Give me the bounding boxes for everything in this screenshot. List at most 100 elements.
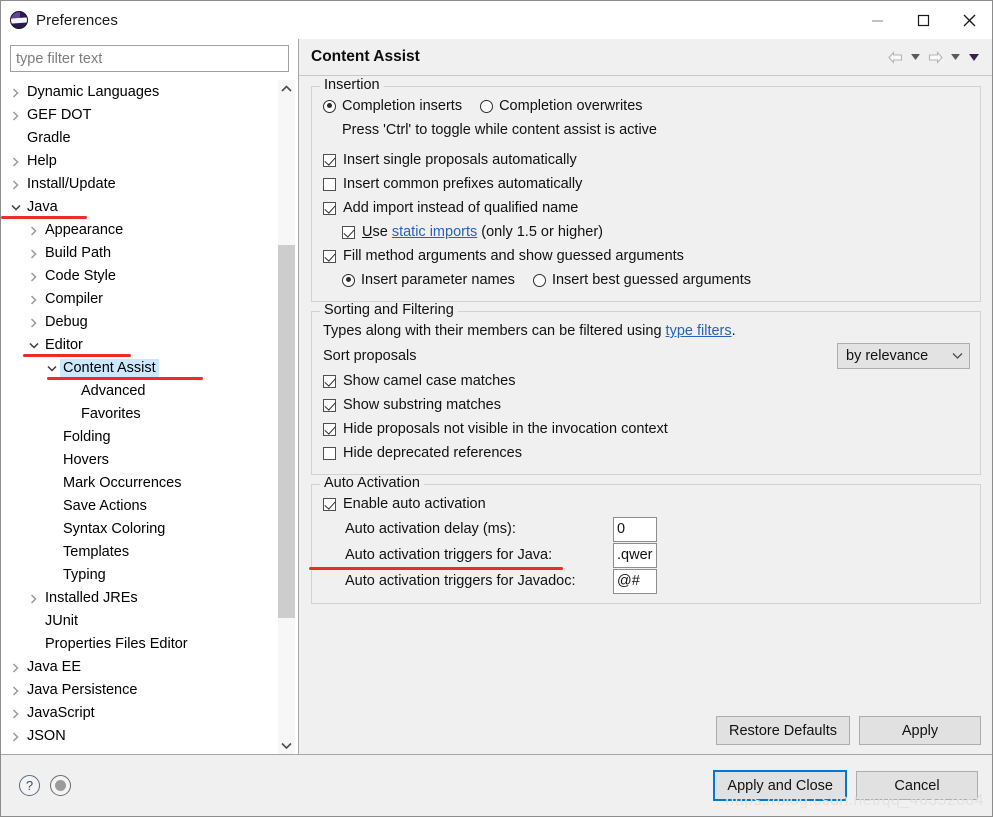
checkbox-insert-single-proposals[interactable]	[323, 153, 336, 167]
completion-overwrites-label[interactable]: Completion overwrites	[499, 98, 642, 114]
apply-and-close-button[interactable]: Apply and Close	[713, 770, 847, 801]
sidebar-item-content-assist[interactable]: Content Assist	[1, 357, 270, 380]
radio-insert-best-guessed[interactable]	[532, 273, 546, 287]
sidebar-item-typing[interactable]: Typing	[1, 564, 270, 587]
javadoc-triggers-input[interactable]	[613, 568, 657, 594]
sidebar-item-debug[interactable]: Debug	[1, 311, 270, 334]
insert-common-prefixes-label[interactable]: Insert common prefixes automatically	[343, 176, 582, 192]
sidebar-item-mark-occurrences[interactable]: Mark Occurrences	[1, 472, 270, 495]
hide-not-visible-label[interactable]: Hide proposals not visible in the invoca…	[343, 421, 668, 437]
chevron-right-icon[interactable]	[7, 156, 24, 167]
chevron-down-icon[interactable]	[25, 342, 42, 349]
chevron-right-icon[interactable]	[7, 179, 24, 190]
checkbox-show-camel-case[interactable]	[323, 374, 336, 388]
chevron-right-icon[interactable]	[25, 248, 42, 259]
sidebar-item-java-persistence[interactable]: Java Persistence	[1, 679, 270, 702]
scrollbar-track[interactable]	[278, 97, 295, 737]
checkbox-insert-common-prefixes[interactable]	[323, 177, 336, 191]
sidebar-item-appearance[interactable]: Appearance	[1, 219, 270, 242]
sidebar-item-build-path[interactable]: Build Path	[1, 242, 270, 265]
sidebar-item-install-update[interactable]: Install/Update	[1, 173, 270, 196]
hide-deprecated-label[interactable]: Hide deprecated references	[343, 445, 522, 461]
sidebar-item-properties-files-editor[interactable]: Properties Files Editor	[1, 633, 270, 656]
fill-method-arguments-label[interactable]: Fill method arguments and show guessed a…	[343, 248, 684, 264]
enable-auto-activation-label[interactable]: Enable auto activation	[343, 496, 486, 512]
close-button[interactable]	[946, 1, 992, 39]
radio-insert-parameter-names[interactable]	[342, 273, 355, 287]
scrollbar-thumb[interactable]	[278, 245, 295, 618]
checkbox-show-substring[interactable]	[323, 398, 336, 412]
arrow-right-icon[interactable]	[926, 46, 945, 68]
sidebar-item-java[interactable]: Java	[1, 196, 270, 219]
sidebar-item-javascript[interactable]: JavaScript	[1, 702, 270, 725]
cancel-button[interactable]: Cancel	[856, 771, 978, 800]
preferences-tree[interactable]: Dynamic Languages GEF DOT Gradle Help Instal…	[1, 80, 270, 754]
radio-completion-inserts[interactable]	[323, 99, 336, 113]
type-filters-link[interactable]: type filters	[666, 323, 732, 339]
eclipse-dot-icon[interactable]	[50, 775, 71, 796]
sidebar-item-compiler[interactable]: Compiler	[1, 288, 270, 311]
sidebar-item-gradle[interactable]: Gradle	[1, 127, 270, 150]
sidebar-item-dynamic-languages[interactable]: Dynamic Languages	[1, 81, 270, 104]
chevron-right-icon[interactable]	[7, 110, 24, 121]
sidebar-item-installed-jres[interactable]: Installed JREs	[1, 587, 270, 610]
checkbox-add-import[interactable]	[323, 201, 336, 215]
filter-input[interactable]	[10, 45, 289, 72]
sidebar-item-editor[interactable]: Editor	[1, 334, 270, 357]
chevron-right-icon[interactable]	[25, 593, 42, 604]
chevron-right-icon[interactable]	[25, 317, 42, 328]
arrow-left-icon[interactable]	[886, 46, 905, 68]
checkbox-hide-not-visible[interactable]	[323, 422, 336, 436]
sidebar-item-hovers[interactable]: Hovers	[1, 449, 270, 472]
chevron-right-icon[interactable]	[7, 87, 24, 98]
checkbox-enable-auto-activation[interactable]	[323, 497, 336, 511]
apply-button[interactable]: Apply	[859, 716, 981, 745]
sidebar-item-folding[interactable]: Folding	[1, 426, 270, 449]
checkbox-use-static-imports[interactable]	[342, 225, 355, 239]
sidebar-item-java-ee[interactable]: Java EE	[1, 656, 270, 679]
restore-defaults-button[interactable]: Restore Defaults	[716, 716, 850, 745]
add-import-label[interactable]: Add import instead of qualified name	[343, 200, 578, 216]
view-menu-triangle-down-icon[interactable]	[966, 46, 981, 68]
show-camel-case-label[interactable]: Show camel case matches	[343, 373, 515, 389]
sidebar-item-save-actions[interactable]: Save Actions	[1, 495, 270, 518]
chevron-down-icon[interactable]	[7, 204, 24, 211]
sidebar-item-help[interactable]: Help	[1, 150, 270, 173]
chevron-right-icon[interactable]	[7, 731, 24, 742]
chevron-down-icon[interactable]	[43, 365, 60, 372]
static-imports-link[interactable]: static imports	[392, 224, 477, 240]
checkbox-fill-method-arguments[interactable]	[323, 249, 336, 263]
insert-parameter-names-label[interactable]: Insert parameter names	[361, 272, 515, 288]
sidebar-item-syntax-coloring[interactable]: Syntax Coloring	[1, 518, 270, 541]
sidebar-item-junit[interactable]: JUnit	[1, 610, 270, 633]
scroll-down-icon[interactable]	[278, 737, 295, 754]
sidebar-item-favorites[interactable]: Favorites	[1, 403, 270, 426]
radio-completion-overwrites[interactable]	[480, 99, 494, 113]
chevron-right-icon[interactable]	[7, 685, 24, 696]
checkbox-hide-deprecated[interactable]	[323, 446, 336, 460]
sidebar-item-gef-dot[interactable]: GEF DOT	[1, 104, 270, 127]
tree-scrollbar[interactable]	[278, 80, 295, 754]
maximize-button[interactable]	[900, 1, 946, 39]
java-triggers-input[interactable]	[613, 542, 657, 568]
sort-proposals-combo[interactable]: by relevance	[837, 343, 970, 369]
question-mark-icon[interactable]: ?	[19, 775, 40, 796]
show-substring-label[interactable]: Show substring matches	[343, 397, 501, 413]
scroll-up-icon[interactable]	[278, 80, 295, 97]
sidebar-item-code-style[interactable]: Code Style	[1, 265, 270, 288]
minimize-button[interactable]	[854, 1, 900, 39]
chevron-right-icon[interactable]	[7, 708, 24, 719]
chevron-right-icon[interactable]	[25, 225, 42, 236]
back-history-chevron-down-icon[interactable]	[908, 46, 923, 68]
insert-single-proposals-label[interactable]: Insert single proposals automatically	[343, 152, 577, 168]
sidebar-item-json[interactable]: JSON	[1, 725, 270, 748]
chevron-right-icon[interactable]	[25, 294, 42, 305]
completion-inserts-label[interactable]: Completion inserts	[342, 98, 462, 114]
sidebar-item-templates[interactable]: Templates	[1, 541, 270, 564]
forward-history-chevron-down-icon[interactable]	[948, 46, 963, 68]
auto-activation-delay-input[interactable]	[613, 516, 657, 542]
chevron-right-icon[interactable]	[25, 271, 42, 282]
sidebar-item-advanced[interactable]: Advanced	[1, 380, 270, 403]
chevron-right-icon[interactable]	[7, 662, 24, 673]
insert-best-guessed-label[interactable]: Insert best guessed arguments	[552, 272, 751, 288]
